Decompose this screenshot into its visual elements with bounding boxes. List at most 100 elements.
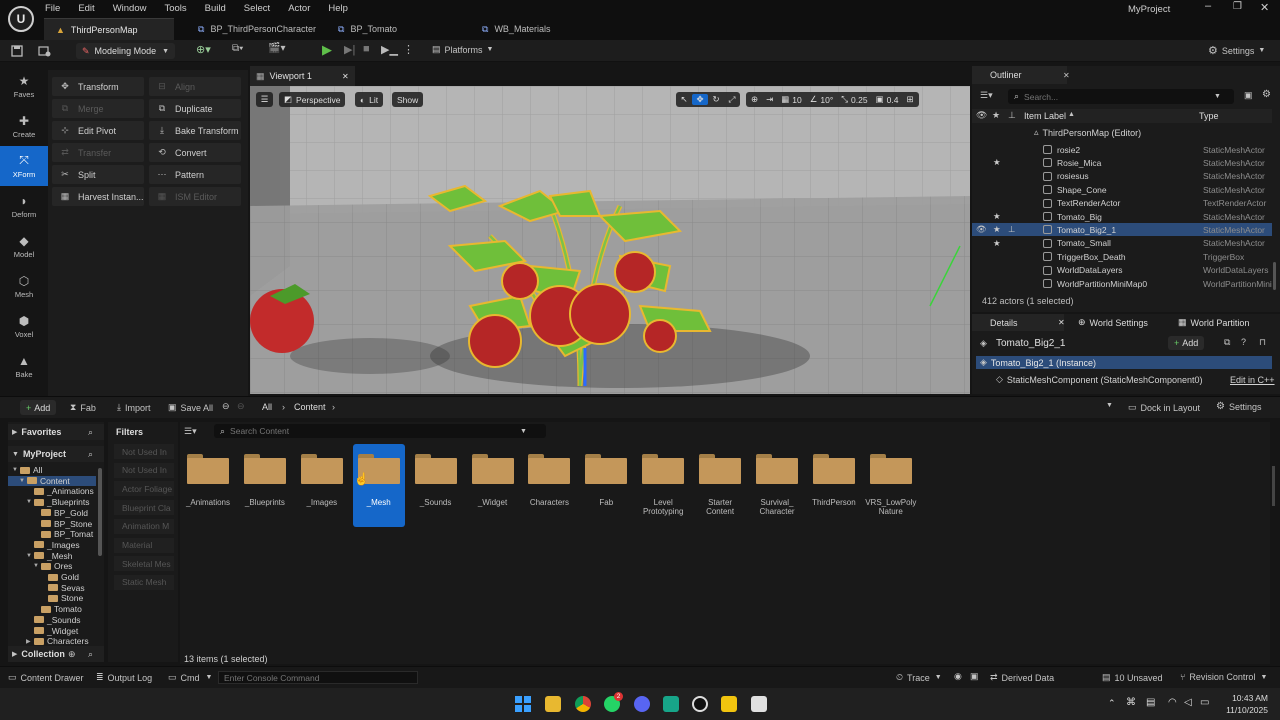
tree-folder[interactable]: BP_Tomat (8, 529, 96, 539)
grid-snap-icon[interactable]: ▦ (781, 94, 789, 105)
app-icon[interactable] (663, 696, 679, 712)
outliner-row[interactable]: rosie2 StaticMeshActor (972, 143, 1272, 156)
favorites-header[interactable]: ▶ Favorites ⌕ (8, 424, 104, 440)
minimize-button[interactable]: – (1205, 0, 1211, 12)
menu-select[interactable]: Select (244, 3, 270, 14)
content-search[interactable]: ⌕ ▼ (214, 424, 546, 438)
scale-icon[interactable]: ⤢ (724, 94, 740, 105)
more-options-icon[interactable]: ⋮ (403, 43, 414, 56)
app-tray-icon[interactable]: ▤ (1146, 697, 1155, 708)
unsaved-button[interactable]: ▤ 10 Unsaved (1102, 672, 1163, 683)
menu-build[interactable]: Build (205, 3, 226, 14)
volume-icon[interactable]: ◁ (1184, 697, 1192, 708)
camera-speed-value[interactable]: 0.4 (887, 95, 899, 105)
mode-xform[interactable]: ⤧ XForm (0, 146, 48, 186)
mode-bake[interactable]: ▲ Bake (0, 346, 48, 386)
dock-in-layout-button[interactable]: ▭ Dock in Layout (1128, 402, 1200, 413)
star-icon[interactable]: ★ (993, 211, 1001, 222)
tool-convert[interactable]: ⟲ Convert (149, 143, 241, 162)
add-button[interactable]: + Add (20, 400, 57, 415)
viewport-tab[interactable]: ▦ Viewport 1 ✕ (250, 66, 355, 86)
camera-speed-icon[interactable]: ▣ (876, 94, 884, 105)
outliner-row[interactable]: WorldPartitionMiniMap0 WorldPartitionMini (972, 277, 1272, 290)
folder-tile[interactable]: _Sounds (410, 450, 462, 530)
tree-folder[interactable]: ▼ _Blueprints (8, 497, 96, 507)
forward-icon[interactable]: ⊖ (237, 401, 245, 412)
close-icon[interactable]: ✕ (342, 72, 349, 81)
pin-icon[interactable]: ⊥ (1008, 224, 1015, 235)
chevron-down-icon[interactable]: ▼ (33, 563, 41, 569)
menu-edit[interactable]: Edit (78, 3, 94, 14)
tool-duplicate[interactable]: ⧉ Duplicate (149, 99, 241, 118)
add-collection-icon[interactable]: ⊕ (68, 649, 76, 660)
details-tab-0[interactable]: Details ✕ (972, 314, 1065, 331)
cb-settings-button[interactable]: ⚙ Settings (1216, 401, 1262, 412)
stop-button[interactable]: ■ (363, 43, 370, 55)
screenshot-icon[interactable]: ▣ (970, 671, 979, 682)
outliner-search[interactable]: ⌕ ▼ (1008, 89, 1234, 104)
filter-chip[interactable]: Skeletal Mes (114, 556, 174, 572)
play-button[interactable]: ▶ (322, 42, 332, 58)
tree-folder[interactable]: ▼ _Mesh (8, 551, 96, 561)
path-segment-all[interactable]: All (262, 402, 272, 412)
tray-chevron-icon[interactable]: ⌃ (1108, 698, 1116, 709)
folder-tile[interactable]: Level Prototyping (637, 450, 689, 530)
chevron-right-icon[interactable]: ▶ (26, 638, 34, 645)
chevron-down-icon[interactable]: ▼ (12, 467, 20, 473)
mode-deform[interactable]: ◗ Deform (0, 186, 48, 226)
show-button[interactable]: Show (392, 92, 424, 107)
tree-folder[interactable]: ▼ Content (8, 475, 96, 486)
windows-start-icon[interactable] (515, 696, 531, 712)
outliner-root[interactable]: ▵ ThirdPersonMap (Editor) (1034, 127, 1141, 138)
tool-pattern[interactable]: ⋯ Pattern (149, 165, 241, 184)
rotation-snap-icon[interactable]: ∠ (810, 94, 818, 105)
item-label-header[interactable]: Item Label (1024, 111, 1066, 121)
help-icon[interactable]: ? (1241, 337, 1246, 347)
outliner-row[interactable]: ★ Rosie_Mica StaticMeshActor (972, 156, 1272, 169)
search-icon[interactable]: ⌕ (88, 449, 93, 460)
output-log-button[interactable]: ≣ Output Log (96, 672, 152, 683)
filter-icon[interactable]: ☰▾ (184, 426, 197, 437)
type-header[interactable]: Type (1199, 111, 1219, 121)
outliner-scrollbar[interactable] (1273, 262, 1276, 290)
save-icon[interactable] (10, 44, 23, 57)
outliner-row[interactable]: WorldDataLayers WorldDataLayers (972, 264, 1272, 277)
scale-snap-value[interactable]: 0.25 (851, 95, 868, 105)
tool-bake-transform[interactable]: ⤓ Bake Transform (149, 121, 241, 140)
tree-folder[interactable]: ▶ Characters (8, 636, 96, 646)
platforms-button[interactable]: ▤ Platforms ▼ (432, 44, 493, 55)
folder-tile[interactable]: ThirdPerson (808, 450, 860, 530)
tree-folder[interactable]: Tomato (8, 604, 96, 614)
tool-merge[interactable]: ⧉ Merge (52, 99, 144, 118)
tab-0[interactable]: ▲ ThirdPersonMap (44, 18, 174, 40)
chevron-down-icon[interactable]: ▼ (19, 478, 27, 484)
import-button[interactable]: ⤓ Import (117, 402, 151, 413)
tree-folder[interactable]: ▼ All (8, 465, 96, 475)
rotation-snap-value[interactable]: 10° (820, 95, 833, 105)
filter-chip[interactable]: Not Used In (114, 444, 174, 459)
details-tab-1[interactable]: ⊕ World Settings (1064, 314, 1164, 331)
folder-tile[interactable]: VRS_LowPoly Nature (865, 450, 917, 530)
tree-folder[interactable]: _Widget (8, 626, 96, 636)
game-icon[interactable] (751, 696, 767, 712)
tree-folder[interactable]: _Images (8, 540, 96, 550)
menu-help[interactable]: Help (328, 3, 348, 14)
tab-3[interactable]: ⧉ WB_Materials (470, 18, 580, 40)
filter-icon[interactable]: ☰▾ (980, 90, 993, 101)
clock-date[interactable]: 11/10/2025 (1224, 705, 1268, 715)
filter-chip[interactable]: Animation M (114, 518, 174, 534)
lock-icon[interactable]: ⊓ (1259, 337, 1266, 348)
tab-2[interactable]: ⧉ BP_Tomato (326, 18, 444, 40)
outliner-row[interactable]: TextRenderActor TextRenderActor (972, 197, 1272, 210)
file-explorer-icon[interactable] (545, 696, 561, 712)
chevron-down-icon[interactable]: ▼ (26, 499, 34, 505)
folder-tile[interactable]: _Blueprints (239, 450, 291, 530)
tree-folder[interactable]: Sevas (8, 583, 96, 593)
blueprint-icon[interactable]: ⧉ (1224, 337, 1230, 348)
tree-scrollbar[interactable] (98, 468, 102, 556)
save-all-button[interactable]: ▣ Save All (168, 402, 213, 413)
controller-icon[interactable]: ⌘ (1126, 697, 1136, 708)
star-icon[interactable]: ★ (993, 157, 1001, 168)
folder-tile[interactable]: _Animations (182, 450, 234, 530)
star-icon[interactable]: ★ (993, 238, 1001, 249)
